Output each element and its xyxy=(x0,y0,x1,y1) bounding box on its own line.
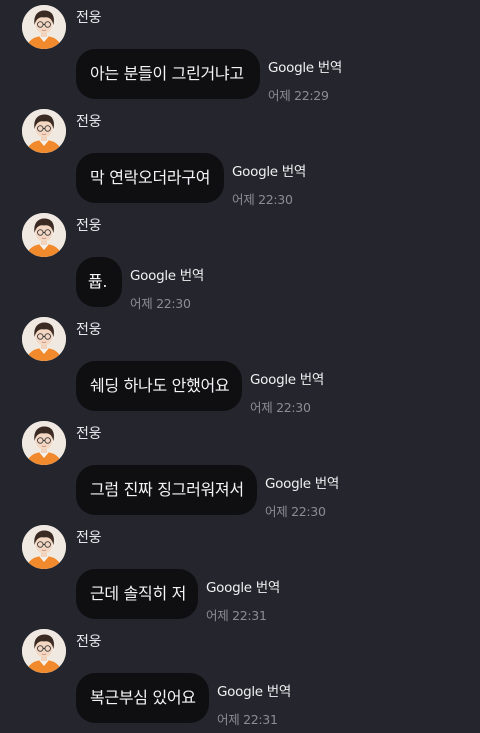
avatar[interactable] xyxy=(22,213,66,257)
avatar[interactable] xyxy=(22,317,66,361)
google-translate-link[interactable]: Google 번역 xyxy=(217,680,291,700)
message-group: 전웅 쉐딩 하나도 안했어요 Google 번역 어제 22:30 xyxy=(0,317,480,421)
message-group: 전웅 아는 분들이 그린거냐고 Google 번역 어제 22:29 xyxy=(0,5,480,109)
google-translate-link[interactable]: Google 번역 xyxy=(250,368,324,388)
profile-photo-icon xyxy=(22,213,66,257)
message-timestamp: 어제 22:31 xyxy=(206,608,267,623)
google-translate-link[interactable]: Google 번역 xyxy=(232,160,306,180)
google-translate-link[interactable]: Google 번역 xyxy=(130,264,204,284)
message-timestamp: 어제 22:30 xyxy=(250,400,311,415)
message-timestamp: 어제 22:30 xyxy=(265,504,326,519)
profile-photo-icon xyxy=(22,525,66,569)
sender-name: 전웅 xyxy=(76,10,102,26)
message-group: 전웅 복근부심 있어요 Google 번역 어제 22:31 xyxy=(0,629,480,733)
message-timestamp: 어제 22:29 xyxy=(268,88,329,103)
message-timestamp: 어제 22:31 xyxy=(217,712,278,727)
message-bubble[interactable]: 쉐딩 하나도 안했어요 xyxy=(76,361,242,411)
google-translate-link[interactable]: Google 번역 xyxy=(206,576,280,596)
sender-name: 전웅 xyxy=(76,114,102,130)
chat-message-list[interactable]: 전웅 아는 분들이 그린거냐고 Google 번역 어제 22:29 전웅 막 … xyxy=(0,0,480,730)
google-translate-link[interactable]: Google 번역 xyxy=(268,56,342,76)
message-group: 전웅 근데 솔직히 저 Google 번역 어제 22:31 xyxy=(0,525,480,629)
message-timestamp: 어제 22:30 xyxy=(232,192,293,207)
message-group: 전웅 퓹. Google 번역 어제 22:30 xyxy=(0,213,480,317)
message-group: 전웅 그럼 진짜 징그러워져서 Google 번역 어제 22:30 xyxy=(0,421,480,525)
sender-name: 전웅 xyxy=(76,530,102,546)
avatar[interactable] xyxy=(22,421,66,465)
message-bubble[interactable]: 그럼 진짜 징그러워져서 xyxy=(76,465,257,515)
avatar[interactable] xyxy=(22,525,66,569)
sender-name: 전웅 xyxy=(76,218,102,234)
message-bubble[interactable]: 근데 솔직히 저 xyxy=(76,569,198,619)
sender-name: 전웅 xyxy=(76,322,102,338)
profile-photo-icon xyxy=(22,5,66,49)
google-translate-link[interactable]: Google 번역 xyxy=(265,472,339,492)
message-timestamp: 어제 22:30 xyxy=(130,296,191,311)
sender-name: 전웅 xyxy=(76,634,102,650)
message-bubble[interactable]: 아는 분들이 그린거냐고 xyxy=(76,49,260,99)
profile-photo-icon xyxy=(22,629,66,673)
message-bubble[interactable]: 복근부심 있어요 xyxy=(76,673,209,723)
profile-photo-icon xyxy=(22,317,66,361)
profile-photo-icon xyxy=(22,109,66,153)
message-bubble[interactable]: 막 연락오더라구여 xyxy=(76,153,224,203)
avatar[interactable] xyxy=(22,629,66,673)
message-bubble[interactable]: 퓹. xyxy=(76,257,122,307)
avatar[interactable] xyxy=(22,5,66,49)
profile-photo-icon xyxy=(22,421,66,465)
avatar[interactable] xyxy=(22,109,66,153)
message-group: 전웅 막 연락오더라구여 Google 번역 어제 22:30 xyxy=(0,109,480,213)
sender-name: 전웅 xyxy=(76,426,102,442)
